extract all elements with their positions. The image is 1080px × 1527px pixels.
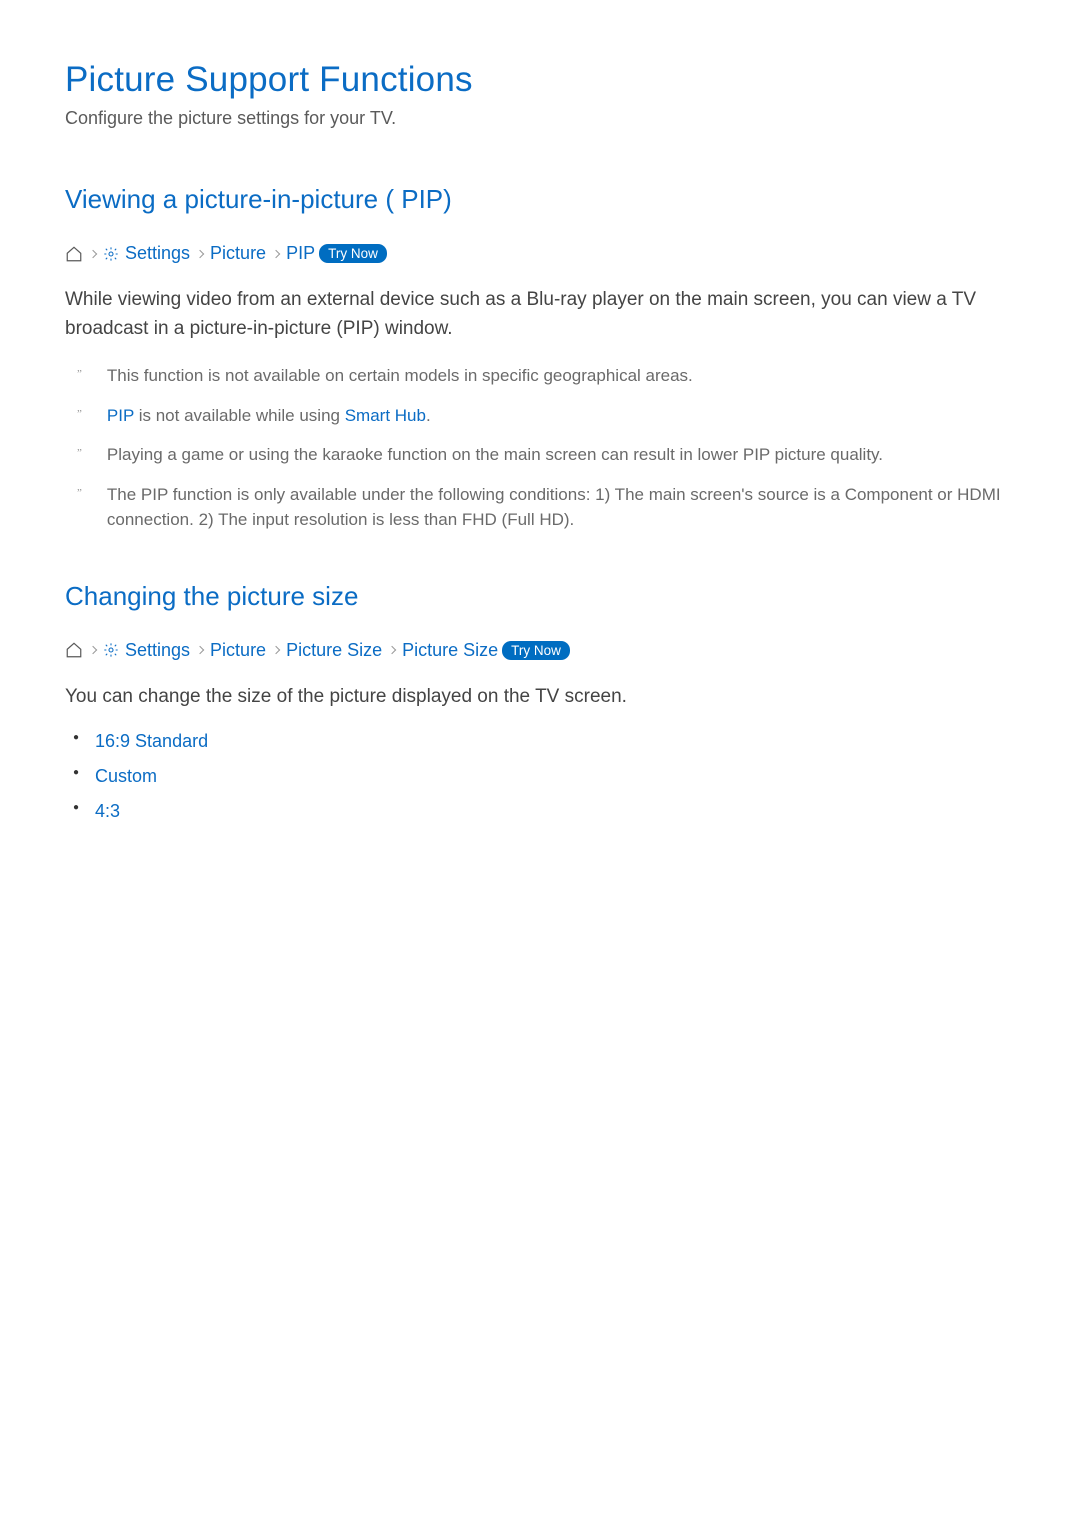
note-item: ” The PIP function is only available und… <box>77 482 1015 533</box>
pip-description: While viewing video from an external dev… <box>65 286 1015 343</box>
smart-hub-inline-label: Smart Hub <box>345 406 426 425</box>
try-now-badge[interactable]: Try Now <box>502 641 570 660</box>
chevron-right-icon <box>89 250 97 258</box>
note-item: ” PIP is not available while using Smart… <box>77 403 1015 429</box>
size-option-16-9[interactable]: 16:9 Standard <box>95 731 1015 752</box>
note-mid: is not available while using <box>134 406 345 425</box>
gear-icon <box>103 642 119 658</box>
try-now-badge[interactable]: Try Now <box>319 244 387 263</box>
section-pip: Viewing a picture-in-picture ( PIP) Sett… <box>65 184 1015 533</box>
chevron-right-icon <box>388 646 396 654</box>
nav-path-pip: Settings Picture PIP Try Now <box>65 243 1015 264</box>
note-end: . <box>426 406 431 425</box>
nav-picture-size[interactable]: Picture Size <box>402 640 498 661</box>
nav-picture[interactable]: Picture <box>210 640 266 661</box>
page-title: Picture Support Functions <box>65 60 1015 100</box>
size-option-4-3[interactable]: 4:3 <box>95 801 1015 822</box>
nav-settings[interactable]: Settings <box>125 640 190 661</box>
section-size-heading: Changing the picture size <box>65 581 1015 612</box>
nav-picture-size-menu[interactable]: Picture Size <box>286 640 382 661</box>
size-options-list: 16:9 Standard Custom 4:3 <box>65 731 1015 822</box>
note-text: PIP is not available while using Smart H… <box>107 403 1015 429</box>
page-subtitle: Configure the picture settings for your … <box>65 108 1015 129</box>
pip-inline-label: PIP <box>107 406 134 425</box>
note-marker-icon: ” <box>77 406 82 429</box>
note-item: ” Playing a game or using the karaoke fu… <box>77 442 1015 468</box>
home-icon <box>65 641 83 659</box>
chevron-right-icon <box>272 646 280 654</box>
note-marker-icon: ” <box>77 485 82 533</box>
size-description: You can change the size of the picture d… <box>65 683 1015 712</box>
pip-notes: ” This function is not available on cert… <box>65 363 1015 533</box>
nav-pip[interactable]: PIP <box>286 243 315 264</box>
note-item: ” This function is not available on cert… <box>77 363 1015 389</box>
chevron-right-icon <box>89 646 97 654</box>
size-option-custom[interactable]: Custom <box>95 766 1015 787</box>
note-text: The PIP function is only available under… <box>107 482 1015 533</box>
nav-picture[interactable]: Picture <box>210 243 266 264</box>
note-text: Playing a game or using the karaoke func… <box>107 442 1015 468</box>
section-pip-heading: Viewing a picture-in-picture ( PIP) <box>65 184 1015 215</box>
home-icon <box>65 245 83 263</box>
nav-path-size: Settings Picture Picture Size Picture Si… <box>65 640 1015 661</box>
note-text: This function is not available on certai… <box>107 363 1015 389</box>
nav-settings[interactable]: Settings <box>125 243 190 264</box>
chevron-right-icon <box>196 646 204 654</box>
note-marker-icon: ” <box>77 445 82 468</box>
note-marker-icon: ” <box>77 366 82 389</box>
chevron-right-icon <box>272 250 280 258</box>
chevron-right-icon <box>196 250 204 258</box>
section-picture-size: Changing the picture size Settings Pictu… <box>65 581 1015 823</box>
gear-icon <box>103 246 119 262</box>
